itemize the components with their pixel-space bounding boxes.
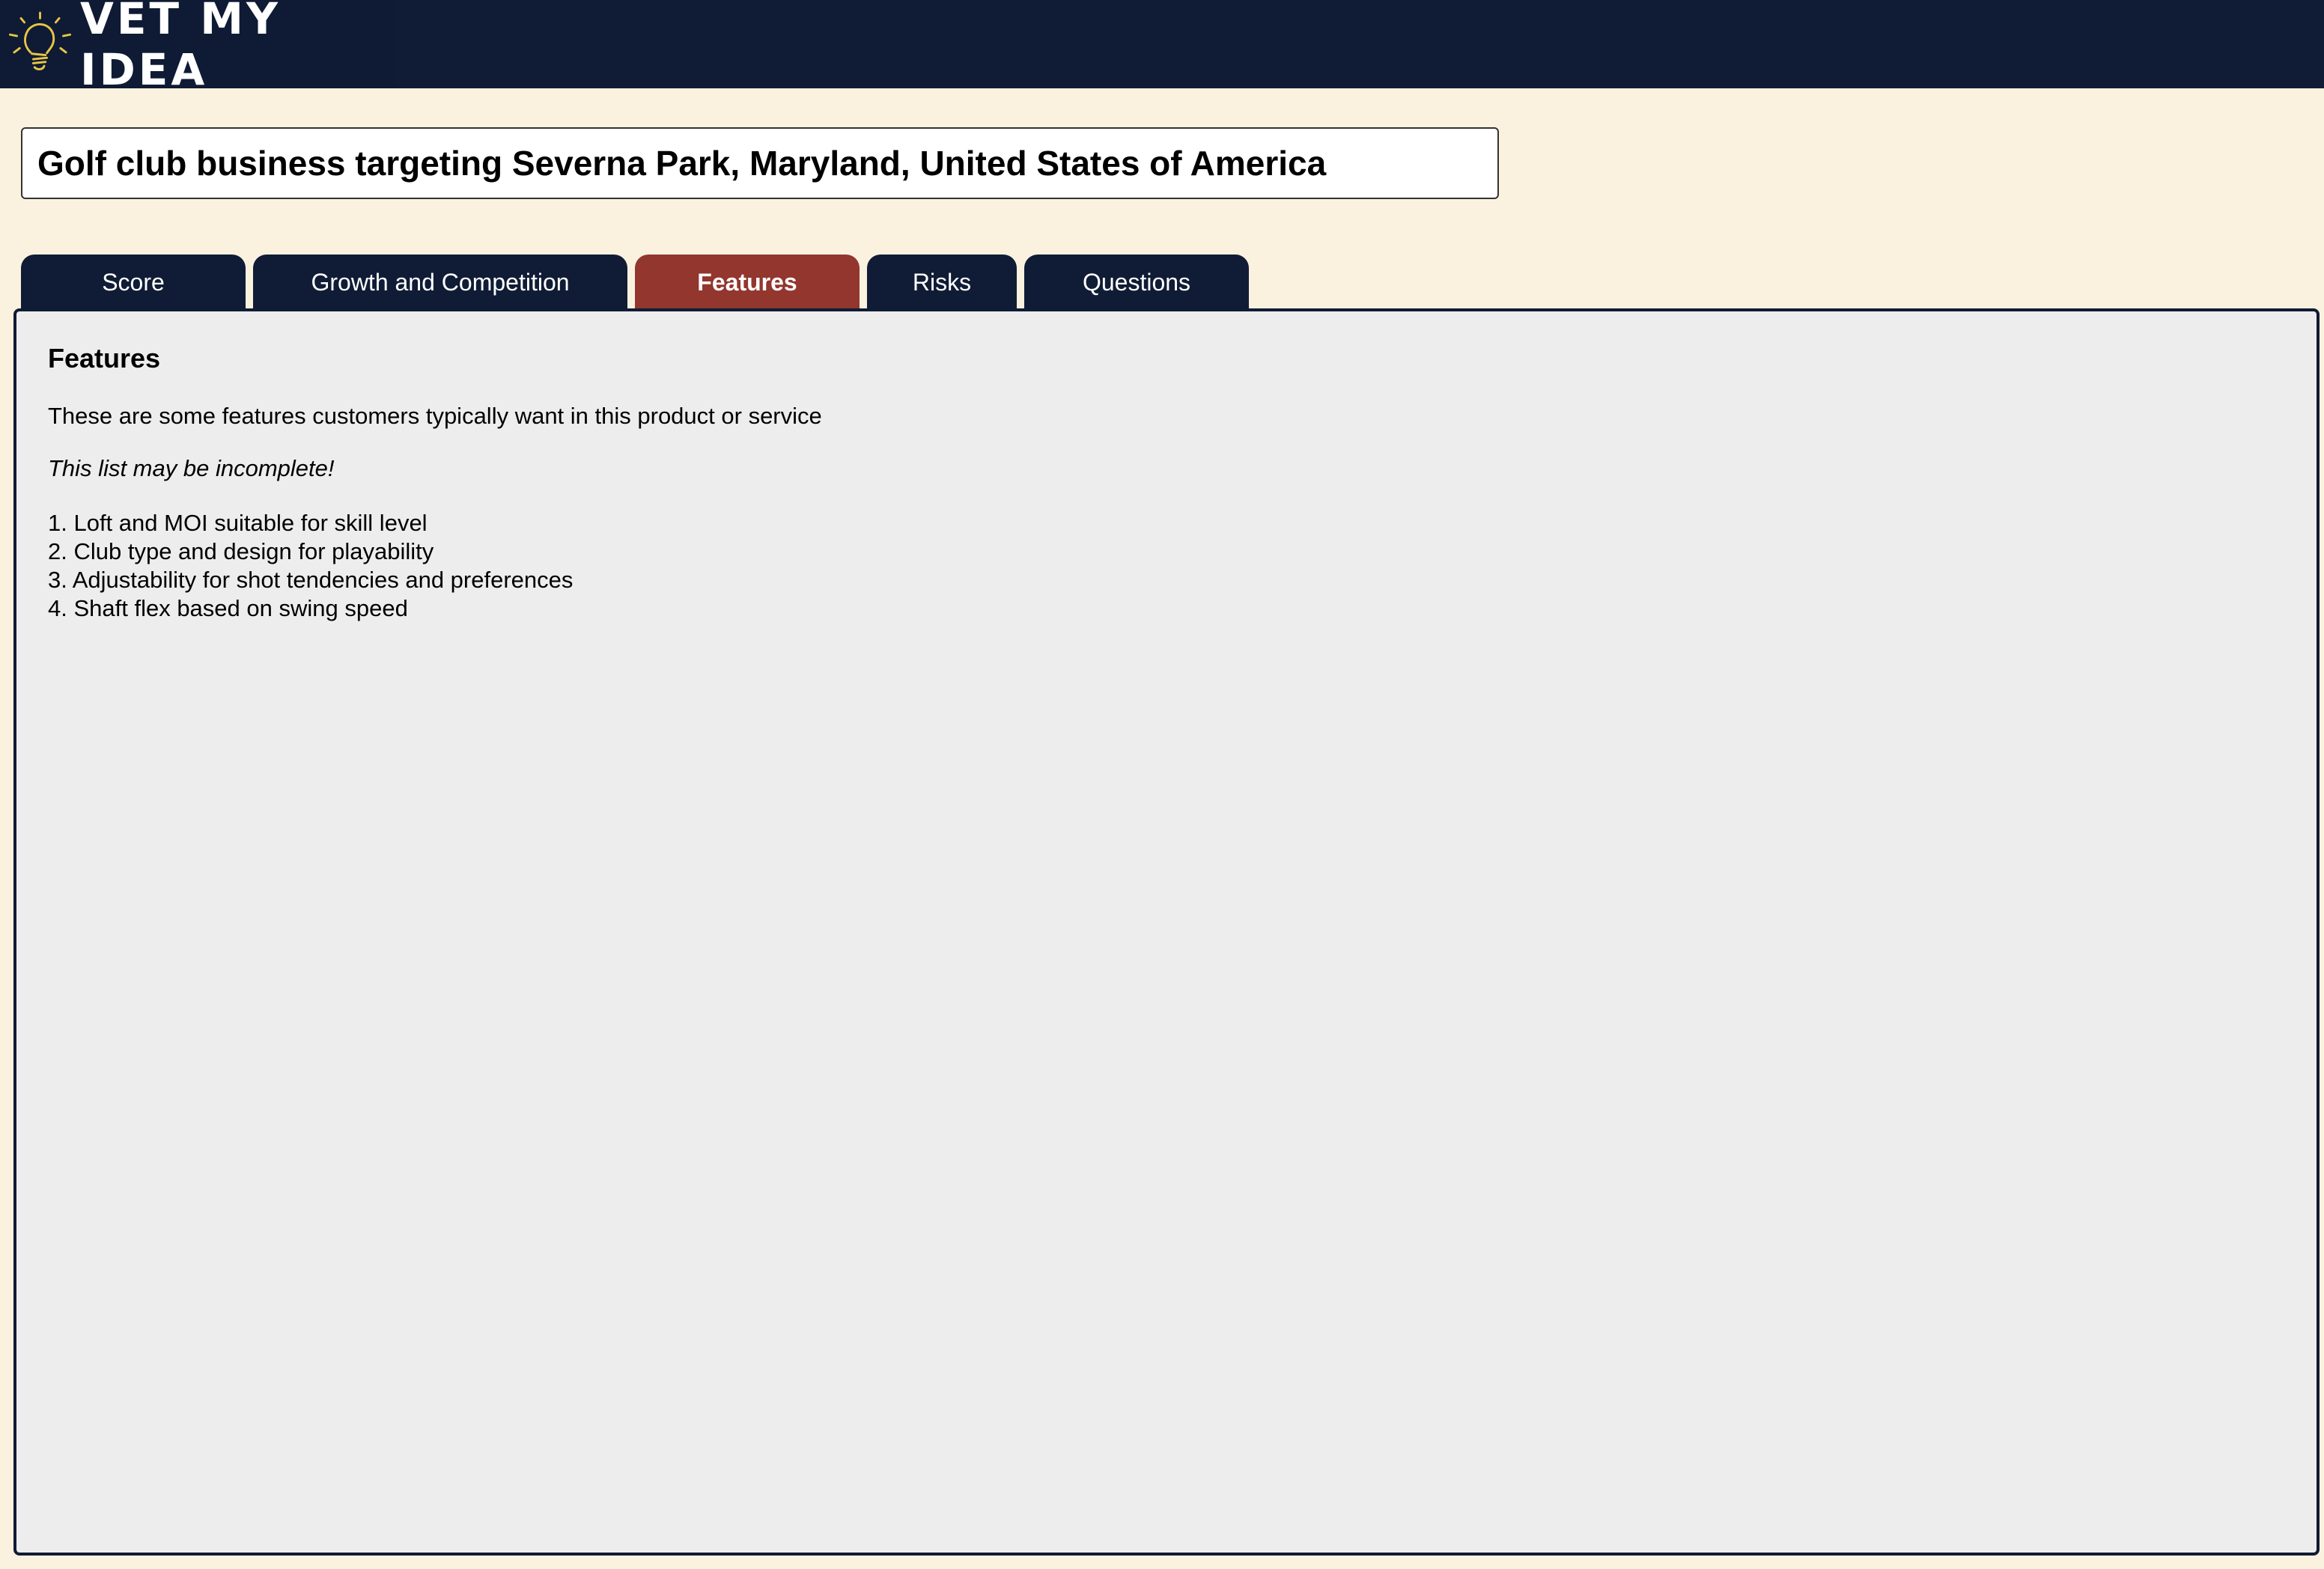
- tab-risks[interactable]: Risks: [867, 255, 1017, 310]
- lightbulb-icon: [9, 11, 72, 70]
- tab-growth-and-competition[interactable]: Growth and Competition: [253, 255, 627, 310]
- panel-note: This list may be incomplete!: [48, 455, 335, 481]
- list-item: 3. Adjustability for shot tendencies and…: [48, 567, 574, 593]
- idea-title: Golf club business targeting Severna Par…: [37, 144, 1327, 183]
- tab-questions[interactable]: Questions: [1024, 255, 1249, 310]
- brand-logo[interactable]: VET MY IDEA: [0, 0, 395, 95]
- feature-list: 1. Loft and MOI suitable for skill level…: [48, 509, 573, 623]
- brand-name: VET MY IDEA: [80, 0, 282, 95]
- tab-score[interactable]: Score: [21, 255, 246, 310]
- tab-label: Growth and Competition: [311, 268, 570, 296]
- tab-label: Score: [102, 268, 165, 296]
- list-item: 2. Club type and design for playability: [48, 538, 434, 564]
- idea-title-box: Golf club business targeting Severna Par…: [21, 127, 1499, 199]
- list-item: 4. Shaft flex based on swing speed: [48, 595, 408, 621]
- tab-label: Risks: [912, 268, 972, 296]
- features-panel: Features These are some features custome…: [13, 308, 2320, 1556]
- panel-intro: These are some features customers typica…: [48, 403, 822, 429]
- tab-label: Features: [697, 268, 797, 296]
- list-item: 1. Loft and MOI suitable for skill level: [48, 510, 428, 536]
- tab-label: Questions: [1082, 268, 1191, 296]
- tab-features[interactable]: Features: [635, 255, 860, 310]
- panel-heading: Features: [48, 343, 161, 374]
